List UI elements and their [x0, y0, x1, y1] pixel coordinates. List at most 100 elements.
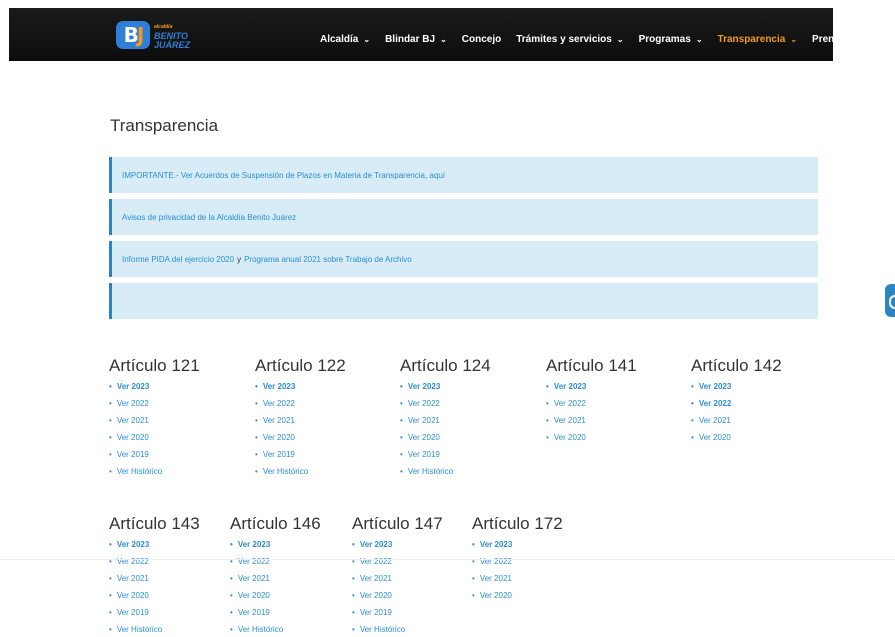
nav-item-alcaldia[interactable]: Alcaldía ⌄	[320, 34, 370, 45]
link-ver-2023[interactable]: Ver 2023	[352, 539, 443, 556]
link-ver-2020[interactable]: Ver 2020	[546, 432, 637, 449]
link-ver-2022[interactable]: Ver 2022	[255, 398, 346, 415]
link-ver-2021[interactable]: Ver 2021	[109, 573, 200, 590]
article-links: Ver 2023 Ver 2022 Ver 2021 Ver 2020 Ver …	[230, 539, 321, 637]
link-ver-historico[interactable]: Ver Histórico	[109, 624, 200, 637]
link-ver-2023[interactable]: Ver 2023	[400, 381, 491, 398]
link-ver-2021[interactable]: Ver 2021	[400, 415, 491, 432]
article-122: Artículo 122 Ver 2023 Ver 2022 Ver 2021 …	[255, 356, 346, 483]
article-title: Artículo 172	[472, 514, 563, 533]
article-title: Artículo 141	[546, 356, 637, 375]
article-title: Artículo 147	[352, 514, 443, 533]
article-title: Artículo 121	[109, 356, 200, 375]
notice-connector: y	[237, 254, 242, 264]
divider	[0, 559, 895, 560]
article-links: Ver 2023 Ver 2022 Ver 2021 Ver 2020	[472, 539, 563, 607]
chevron-down-icon: ⌄	[363, 35, 371, 44]
nav-label: Programas	[638, 34, 691, 45]
link-ver-historico[interactable]: Ver Histórico	[352, 624, 443, 637]
link-ver-historico[interactable]: Ver Histórico	[255, 466, 346, 483]
article-links: Ver 2023 Ver 2022 Ver 2021 Ver 2020 Ver …	[255, 381, 346, 483]
floating-side-tab[interactable]	[885, 284, 895, 317]
link-ver-2020[interactable]: Ver 2020	[352, 590, 443, 607]
article-147: Artículo 147 Ver 2023 Ver 2022 Ver 2021 …	[352, 514, 443, 637]
link-ver-2020[interactable]: Ver 2020	[109, 432, 200, 449]
link-ver-2021[interactable]: Ver 2021	[546, 415, 637, 432]
nav-label: Blindar BJ	[385, 34, 436, 45]
chevron-down-icon: ⌄	[440, 35, 447, 44]
link-ver-2021[interactable]: Ver 2021	[255, 415, 346, 432]
article-links: Ver 2023 Ver 2022 Ver 2021 Ver 2020 Ver …	[400, 381, 491, 483]
link-ver-2021[interactable]: Ver 2021	[472, 573, 563, 590]
link-ver-historico[interactable]: Ver Histórico	[230, 624, 321, 637]
link-ver-2021[interactable]: Ver 2021	[352, 573, 443, 590]
link-ver-2023[interactable]: Ver 2023	[472, 539, 563, 556]
article-links: Ver 2023 Ver 2022 Ver 2021 Ver 2020 Ver …	[352, 539, 443, 637]
link-ver-2021[interactable]: Ver 2021	[691, 415, 782, 432]
chevron-down-icon: ⌄	[695, 35, 703, 44]
nav-label: Concejo	[461, 34, 502, 45]
logo-line-2: JUÁREZ	[154, 40, 191, 50]
article-142: Artículo 142 Ver 2023 Ver 2022 Ver 2021 …	[691, 356, 782, 449]
article-links: Ver 2023 Ver 2022 Ver 2021 Ver 2020 Ver …	[109, 539, 200, 637]
article-title: Artículo 142	[691, 356, 782, 375]
link-ver-2019[interactable]: Ver 2019	[109, 449, 200, 466]
link-ver-2020[interactable]: Ver 2020	[691, 432, 782, 449]
main-nav: Alcaldía ⌄ Blindar BJ ⌄ Concejo Trámites y…	[320, 34, 845, 45]
notice-suspension-plazos: IMPORTANTE.- Ver Acuerdos de Suspensión …	[109, 157, 818, 193]
nav-label: Alcaldía	[320, 34, 359, 45]
link-ver-2019[interactable]: Ver 2019	[352, 607, 443, 624]
article-title: Artículo 122	[255, 356, 346, 375]
nav-item-tramites[interactable]: Trámites y servicios ⌄	[516, 34, 623, 45]
notice-link-suspension[interactable]: IMPORTANTE.- Ver Acuerdos de Suspensión …	[122, 171, 445, 180]
link-ver-2020[interactable]: Ver 2020	[230, 590, 321, 607]
link-ver-historico[interactable]: Ver Histórico	[400, 466, 491, 483]
link-ver-2020[interactable]: Ver 2020	[472, 590, 563, 607]
article-title: Artículo 146	[230, 514, 321, 533]
link-ver-2019[interactable]: Ver 2019	[230, 607, 321, 624]
notice-avisos-privacidad: Avisos de privacidad de la Alcaldía Beni…	[109, 199, 818, 235]
nav-item-concejo[interactable]: Concejo	[462, 34, 501, 45]
link-ver-2020[interactable]: Ver 2020	[109, 590, 200, 607]
link-ver-2020[interactable]: Ver 2020	[400, 432, 491, 449]
article-title: Artículo 124	[400, 356, 491, 375]
article-143: Artículo 143 Ver 2023 Ver 2022 Ver 2021 …	[109, 514, 200, 637]
site-header: BJ alcaldía BENITO JUÁREZ Alcaldía ⌄ Blin…	[9, 8, 845, 61]
logo-small-text: alcaldía	[154, 24, 173, 30]
link-ver-2023[interactable]: Ver 2023	[691, 381, 782, 398]
link-ver-2023[interactable]: Ver 2023	[109, 381, 200, 398]
link-ver-2022[interactable]: Ver 2022	[691, 398, 782, 415]
link-ver-historico[interactable]: Ver Histórico	[109, 466, 200, 483]
link-ver-2023[interactable]: Ver 2023	[546, 381, 637, 398]
chevron-down-icon: ⌄	[790, 35, 798, 44]
link-ver-2020[interactable]: Ver 2020	[255, 432, 346, 449]
link-ver-2023[interactable]: Ver 2023	[230, 539, 321, 556]
link-ver-2023[interactable]: Ver 2023	[255, 381, 346, 398]
notice-link-programa-anual[interactable]: Programa anual 2021 sobre Trabajo de Arc…	[244, 255, 412, 264]
notice-link-privacidad[interactable]: Avisos de privacidad de la Alcaldía Beni…	[122, 213, 296, 222]
nav-item-blindar-bj[interactable]: Blindar BJ ⌄	[385, 34, 447, 45]
link-ver-2019[interactable]: Ver 2019	[109, 607, 200, 624]
page-title: Transparencia	[110, 116, 219, 135]
article-146: Artículo 146 Ver 2023 Ver 2022 Ver 2021 …	[230, 514, 321, 637]
link-ver-2021[interactable]: Ver 2021	[230, 573, 321, 590]
link-ver-2023[interactable]: Ver 2023	[109, 539, 200, 556]
nav-label: Trámites y servicios	[516, 34, 612, 45]
link-ver-2022[interactable]: Ver 2022	[546, 398, 637, 415]
chevron-down-icon: ⌄	[616, 35, 624, 44]
nav-item-prensa[interactable]: Prensa	[812, 34, 845, 45]
nav-item-transparencia[interactable]: Transparencia ⌄	[718, 34, 798, 45]
link-ver-2019[interactable]: Ver 2019	[400, 449, 491, 466]
notice-informe-pida: Informe PIDA del ejercicio 2020 y Progra…	[109, 241, 818, 277]
link-ver-2022[interactable]: Ver 2022	[109, 398, 200, 415]
link-ver-2019[interactable]: Ver 2019	[255, 449, 346, 466]
link-ver-2022[interactable]: Ver 2022	[400, 398, 491, 415]
article-124: Artículo 124 Ver 2023 Ver 2022 Ver 2021 …	[400, 356, 491, 483]
article-title: Artículo 143	[109, 514, 200, 533]
notice-link-informe-pida[interactable]: Informe PIDA del ejercicio 2020	[122, 255, 234, 264]
logo-badge: BJ	[116, 20, 150, 49]
nav-item-programas[interactable]: Programas ⌄	[639, 34, 703, 45]
logo-text: alcaldía BENITO JUÁREZ	[154, 19, 190, 50]
site-logo[interactable]: BJ alcaldía BENITO JUÁREZ	[116, 19, 190, 50]
link-ver-2021[interactable]: Ver 2021	[109, 415, 200, 432]
